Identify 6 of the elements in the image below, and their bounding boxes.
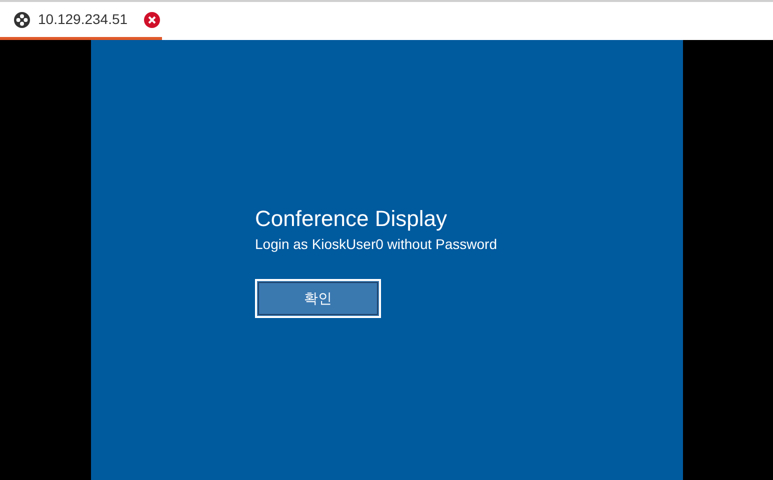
remote-desktop-icon xyxy=(14,12,30,28)
confirm-button[interactable]: 확인 xyxy=(255,279,381,318)
login-hint: Login as KioskUser0 without Password xyxy=(255,235,498,253)
close-icon[interactable] xyxy=(144,12,160,28)
screen-title: Conference Display xyxy=(255,205,448,233)
tab-title: 10.129.234.51 xyxy=(38,10,128,29)
